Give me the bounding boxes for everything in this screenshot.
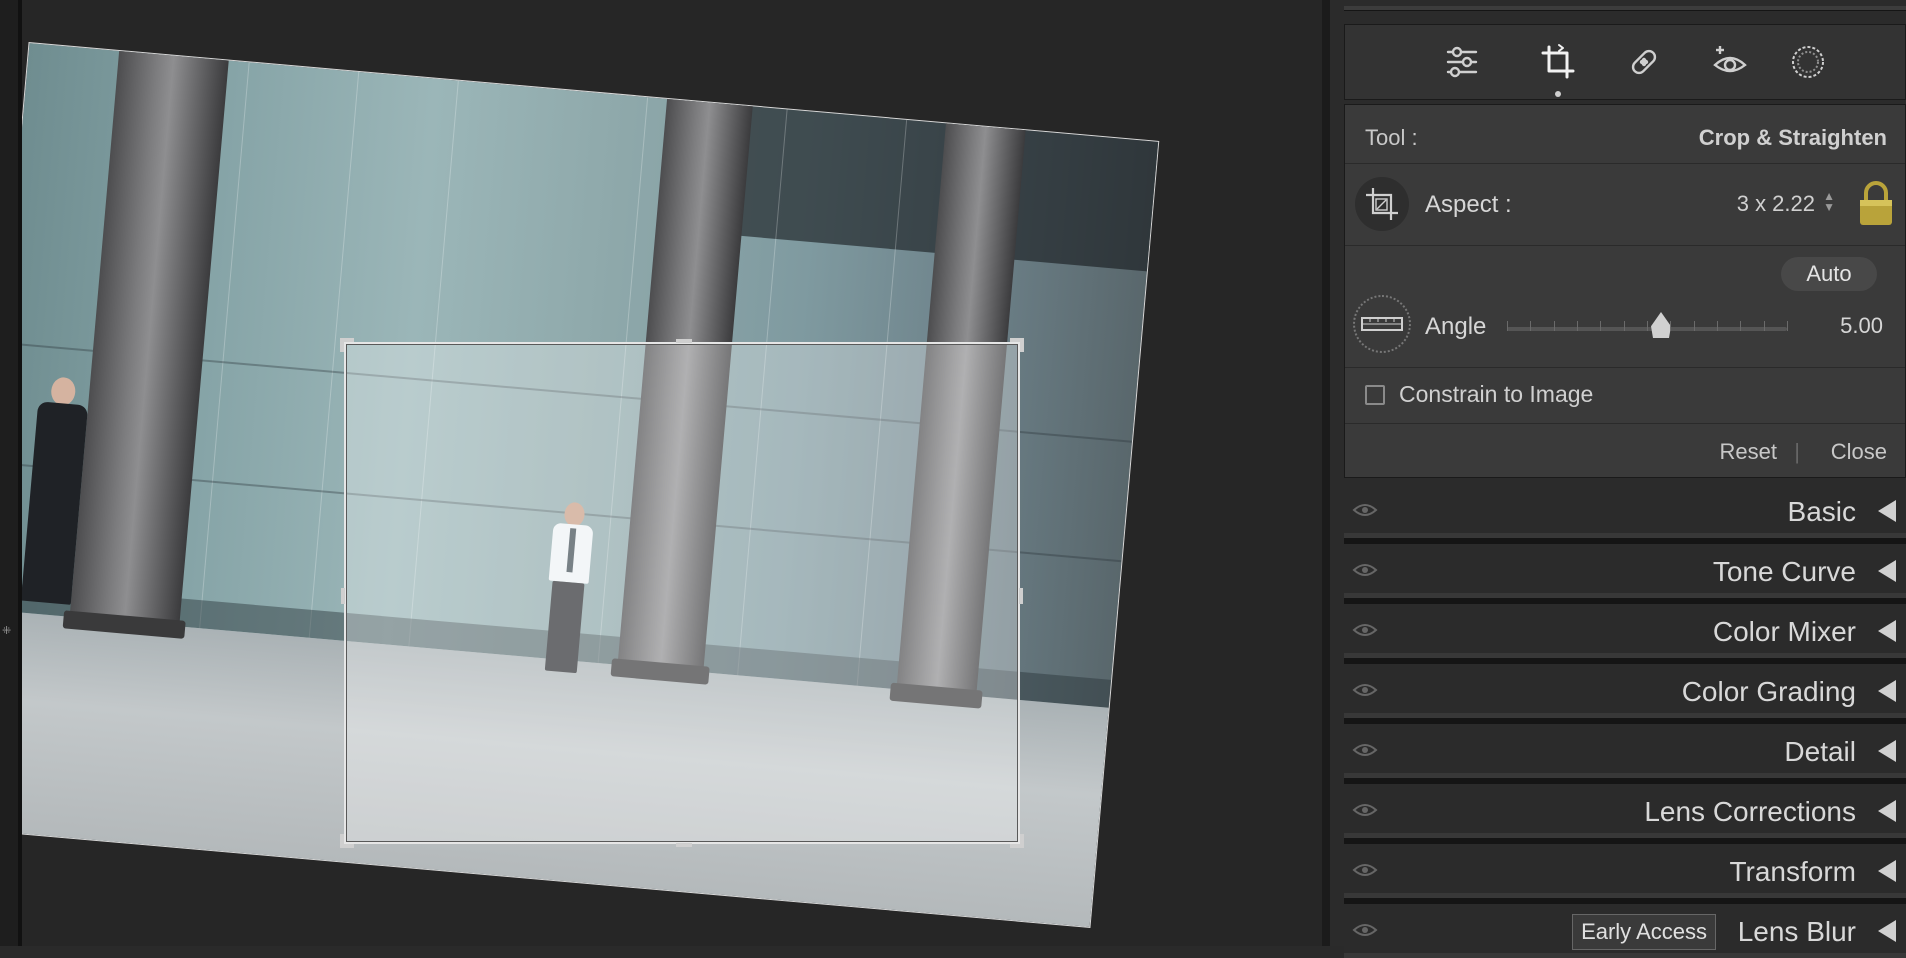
early-access-badge: Early Access: [1572, 914, 1716, 950]
collapse-arrow-icon[interactable]: [1878, 560, 1896, 582]
masking-icon[interactable]: [1787, 41, 1829, 83]
section-title[interactable]: Transform: [1729, 856, 1856, 888]
red-eye-icon[interactable]: [1709, 41, 1751, 83]
collapse-arrow-icon[interactable]: [1878, 500, 1896, 522]
crop-handle-left[interactable]: [341, 588, 345, 604]
section-detail[interactable]: Detail: [1344, 726, 1906, 778]
sliders-icon[interactable]: [1441, 41, 1483, 83]
drag-handle-icon[interactable]: ⁜: [2, 624, 12, 638]
eye-icon[interactable]: [1352, 502, 1378, 518]
eye-icon[interactable]: [1352, 622, 1378, 638]
active-tool-indicator: [1555, 91, 1561, 97]
section-title[interactable]: Basic: [1788, 496, 1856, 528]
crop-handle-right[interactable]: [1019, 588, 1023, 604]
slider-tick: [1670, 321, 1672, 331]
slider-tick: [1530, 321, 1532, 331]
slider-tick: [1600, 321, 1602, 331]
section-title[interactable]: Tone Curve: [1713, 556, 1856, 588]
straighten-level-icon[interactable]: [1353, 295, 1411, 353]
close-button[interactable]: Close: [1831, 439, 1887, 465]
angle-label: Angle: [1425, 313, 1487, 340]
collapse-arrow-icon[interactable]: [1878, 620, 1896, 642]
collapse-arrow-icon[interactable]: [1878, 680, 1896, 702]
slider-tick: [1717, 321, 1718, 331]
crop-handle-top-right[interactable]: [1010, 338, 1024, 352]
slider-tick: [1763, 321, 1765, 331]
panel-top-rule: [1344, 6, 1906, 11]
collapse-arrow-icon[interactable]: [1878, 800, 1896, 822]
crop-panel: Tool : Crop & Straighten Aspect : 3 x 2.…: [1344, 104, 1906, 478]
section-title[interactable]: Lens Blur: [1738, 916, 1856, 948]
section-transform[interactable]: Transform: [1344, 846, 1906, 898]
section-color-mixer[interactable]: Color Mixer: [1344, 606, 1906, 658]
reset-button[interactable]: Reset: [1720, 439, 1777, 465]
constrain-checkbox[interactable]: [1365, 385, 1385, 405]
slider-tick: [1623, 321, 1625, 331]
section-title[interactable]: Color Mixer: [1713, 616, 1856, 648]
left-panel-edge: ⁜: [0, 0, 22, 946]
aspect-stepper-icon[interactable]: ▲ ▼: [1823, 190, 1835, 213]
eye-icon[interactable]: [1352, 562, 1378, 578]
section-lens-blur[interactable]: Early Access Lens Blur: [1344, 906, 1906, 958]
constrain-label[interactable]: Constrain to Image: [1399, 381, 1593, 408]
angle-slider[interactable]: [1507, 321, 1788, 331]
tool-label: Tool :: [1365, 125, 1418, 150]
eye-icon[interactable]: [1352, 742, 1378, 758]
crop-handle-bottom[interactable]: [676, 843, 692, 847]
slider-tick: [1553, 321, 1555, 331]
crop-handle-bottom-left[interactable]: [340, 834, 354, 848]
section-basic[interactable]: Basic: [1344, 486, 1906, 538]
panel-divider[interactable]: [1322, 0, 1330, 946]
bandage-icon[interactable]: [1623, 41, 1665, 83]
angle-value[interactable]: 5.00: [1840, 313, 1883, 339]
aspect-crop-icon[interactable]: [1355, 177, 1409, 231]
right-panel: Tool : Crop & Straighten Aspect : 3 x 2.…: [1330, 0, 1906, 958]
tool-value: Crop & Straighten: [1698, 125, 1887, 150]
auto-button[interactable]: Auto: [1781, 257, 1877, 291]
tool-strip: [1344, 24, 1906, 100]
aspect-select[interactable]: 3 x 2.22: [1737, 191, 1815, 217]
collapse-arrow-icon[interactable]: [1878, 920, 1896, 942]
slider-tick: [1693, 321, 1695, 331]
slider-tick: [1507, 321, 1508, 331]
slider-tick: [1740, 321, 1742, 331]
eye-icon[interactable]: [1352, 922, 1378, 938]
slider-tick: [1577, 321, 1578, 331]
crop-handle-bottom-right[interactable]: [1010, 834, 1024, 848]
slider-tick: [1647, 321, 1648, 331]
crop-rotate-icon[interactable]: [1537, 41, 1579, 83]
section-title[interactable]: Detail: [1784, 736, 1856, 768]
image-canvas[interactable]: [22, 0, 1322, 946]
crop-frame[interactable]: [340, 338, 1024, 848]
eye-icon[interactable]: [1352, 802, 1378, 818]
section-title[interactable]: Lens Corrections: [1644, 796, 1856, 828]
section-color-grading[interactable]: Color Grading: [1344, 666, 1906, 718]
collapse-arrow-icon[interactable]: [1878, 740, 1896, 762]
eye-icon[interactable]: [1352, 682, 1378, 698]
eye-icon[interactable]: [1352, 862, 1378, 878]
button-separator: |: [1794, 439, 1800, 464]
lock-icon[interactable]: [1857, 181, 1895, 227]
section-lens-corrections[interactable]: Lens Corrections: [1344, 786, 1906, 838]
section-title[interactable]: Color Grading: [1682, 676, 1856, 708]
section-tone-curve[interactable]: Tone Curve: [1344, 546, 1906, 598]
crop-handle-top[interactable]: [676, 339, 692, 343]
collapse-arrow-icon[interactable]: [1878, 860, 1896, 882]
crop-handle-top-left[interactable]: [340, 338, 354, 352]
slider-tick: [1787, 321, 1788, 331]
aspect-label: Aspect :: [1425, 191, 1512, 218]
